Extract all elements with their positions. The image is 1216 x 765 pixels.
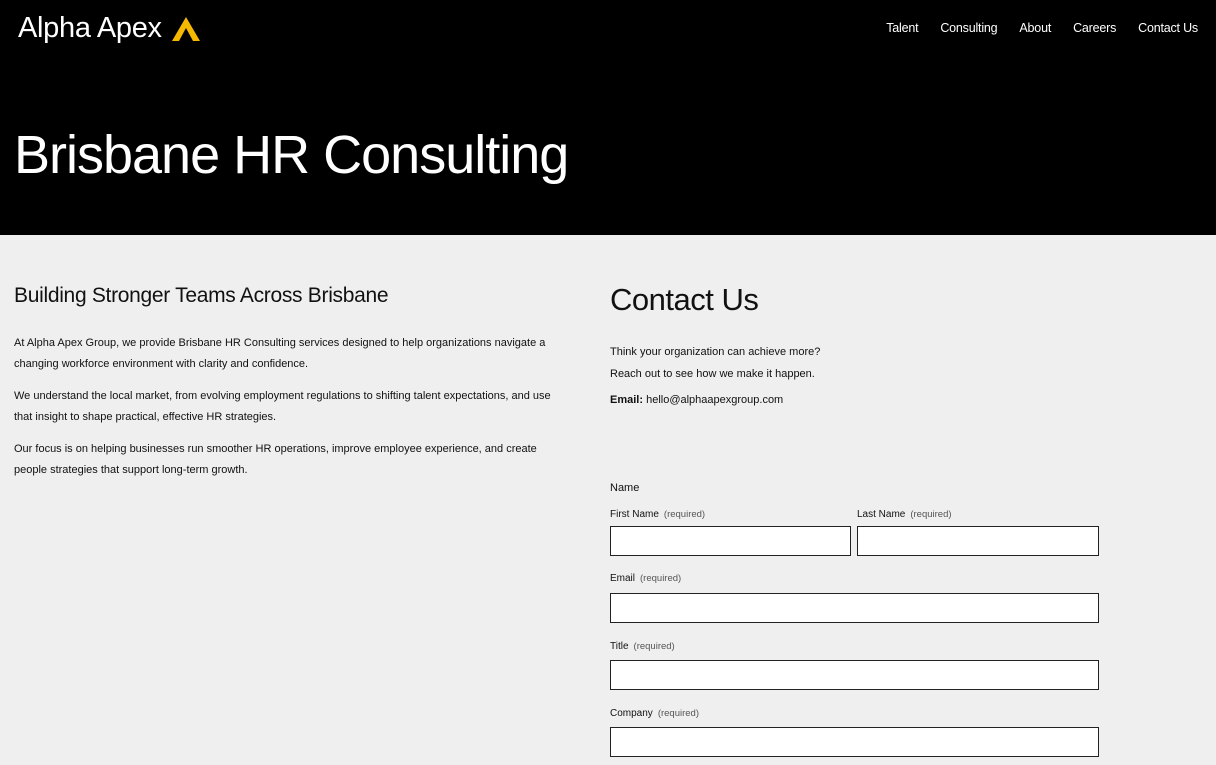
contact-heading: Contact Us — [610, 282, 759, 317]
title-field-label-text: Title — [610, 641, 629, 652]
first-name-label: First Name (required) — [610, 509, 705, 520]
last-name-input[interactable] — [857, 526, 1099, 556]
contact-section: Contact Us Think your organization can a… — [610, 282, 1100, 406]
email-input[interactable] — [610, 593, 1099, 623]
contact-intro-line-1: Think your organization can achieve more… — [610, 346, 821, 358]
name-group-label: Name — [610, 482, 640, 494]
contact-email: Email: hello@alphaapexgroup.com — [610, 394, 1100, 406]
about-section: Building Stronger Teams Across Brisbane … — [14, 284, 559, 492]
required-note: (required) — [633, 641, 675, 652]
required-note: (required) — [640, 573, 682, 584]
title-input[interactable] — [610, 660, 1099, 690]
nav-consulting[interactable]: Consulting — [940, 21, 997, 35]
last-name-label-text: Last Name — [857, 509, 906, 520]
logo-text: Alpha Apex — [18, 12, 162, 44]
contact-intro-line-2: Reach out to see how we make it happen. — [610, 368, 815, 380]
company-field-label-text: Company — [610, 708, 653, 719]
email-field-label: Email (required) — [610, 573, 681, 584]
email-link[interactable]: hello@alphaapexgroup.com — [646, 394, 783, 406]
required-note: (required) — [663, 509, 706, 520]
apex-chevron-icon — [171, 16, 200, 41]
nav-about[interactable]: About — [1019, 21, 1051, 35]
company-input[interactable] — [610, 727, 1099, 757]
required-note: (required) — [910, 509, 952, 520]
contact-intro: Think your organization can achieve more… — [610, 341, 1100, 385]
first-name-input[interactable] — [610, 526, 851, 556]
main-nav: Talent Consulting About Careers Contact … — [886, 21, 1198, 35]
required-note: (required) — [657, 708, 699, 719]
page-title: Brisbane HR Consulting — [14, 125, 569, 185]
email-label: Email: — [610, 394, 644, 406]
nav-contact-us[interactable]: Contact Us — [1138, 21, 1198, 35]
title-field-label: Title (required) — [610, 641, 675, 652]
about-paragraph-1: At Alpha Apex Group, we provide Brisbane… — [14, 337, 546, 370]
about-paragraph-3: Our focus is on helping businesses run s… — [14, 443, 537, 476]
first-name-label-text: First Name — [610, 509, 659, 520]
about-heading: Building Stronger Teams Across Brisbane — [14, 284, 389, 307]
email-field-label-text: Email — [610, 573, 636, 584]
logo[interactable]: Alpha Apex — [18, 12, 201, 45]
site-header: Alpha Apex Talent Consulting About Caree… — [0, 0, 1216, 235]
about-paragraph-2: We understand the local market, from evo… — [14, 390, 551, 423]
nav-careers[interactable]: Careers — [1073, 21, 1116, 35]
nav-talent[interactable]: Talent — [886, 21, 918, 35]
last-name-label: Last Name (required) — [857, 509, 952, 520]
company-field-label: Company (required) — [610, 708, 699, 719]
